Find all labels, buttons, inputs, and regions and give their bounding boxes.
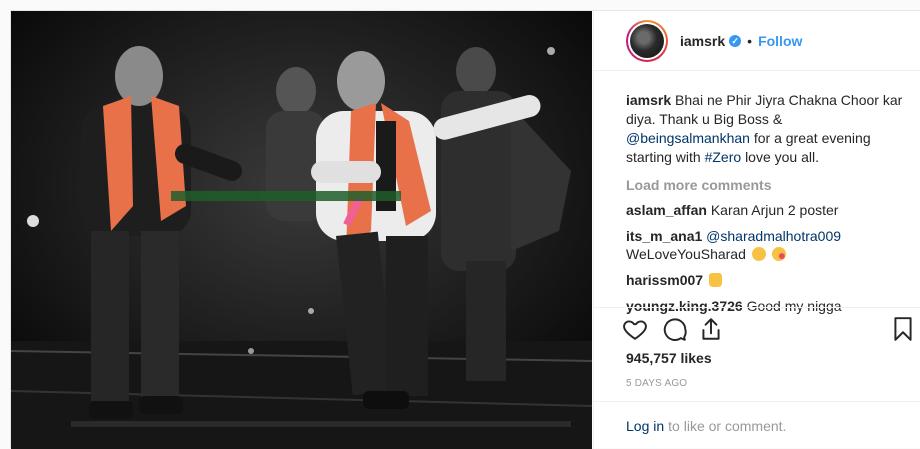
post-photo[interactable] xyxy=(11,11,592,449)
thumbs-up-emoji-icon xyxy=(708,273,722,287)
comment-text: Karan Arjun 2 poster xyxy=(710,202,839,218)
login-link[interactable]: Log in xyxy=(626,418,664,434)
caption-text-3: love you all. xyxy=(745,149,819,165)
stage-photo-illustration xyxy=(11,11,592,449)
comment-icon[interactable] xyxy=(662,316,688,342)
caption-hashtag-link[interactable]: #Zero xyxy=(705,149,742,165)
caption-author[interactable]: iamsrk xyxy=(626,92,671,108)
username-link[interactable]: iamsrk xyxy=(680,33,725,49)
caption-mention-link[interactable]: @beingsalmankhan xyxy=(626,130,750,146)
post-caption: iamsrk Bhai ne Phir Jiyra Chakna Choor k… xyxy=(626,91,906,167)
avatar-image xyxy=(630,23,664,58)
login-prompt-text: to like or comment. xyxy=(668,417,787,434)
kiss-emoji-icon xyxy=(771,247,786,261)
comment-user[interactable]: aslam_affan xyxy=(626,202,707,218)
comments-list: iamsrk Bhai ne Phir Jiyra Chakna Choor k… xyxy=(626,91,906,315)
comment-mention-link[interactable]: @sharadmalhotra009 xyxy=(706,228,841,244)
list-item: aslam_affan Karan Arjun 2 poster xyxy=(626,201,906,219)
action-bar xyxy=(594,307,920,347)
avatar-ring xyxy=(628,21,666,60)
list-item: its_m_ana1 @sharadmalhotra009 WeLoveYouS… xyxy=(626,227,906,263)
load-more-comments-button[interactable]: Load more comments xyxy=(626,177,906,193)
separator-dot: • xyxy=(747,32,753,49)
instagram-post: iamsrk ✓ • Follow iamsrk Bhai ne Phir Ji… xyxy=(10,10,920,449)
list-item: harissm007 xyxy=(626,271,906,289)
heart-icon[interactable] xyxy=(622,316,648,342)
comment-user[interactable]: its_m_ana1 xyxy=(626,228,702,244)
post-timestamp[interactable]: 5 DAYS AGO xyxy=(626,378,687,389)
post-header: iamsrk ✓ • Follow xyxy=(594,11,920,71)
follow-button[interactable]: Follow xyxy=(758,33,802,49)
verified-badge-icon: ✓ xyxy=(729,34,742,47)
likes-count[interactable]: 945,757 likes xyxy=(626,350,712,366)
bookmark-icon[interactable] xyxy=(890,316,916,342)
avatar[interactable] xyxy=(626,19,668,62)
share-icon[interactable] xyxy=(698,316,724,342)
login-prompt: Log in to like or comment. xyxy=(594,401,920,449)
comment-text: WeLoveYouSharad xyxy=(626,246,746,262)
post-sidebar: iamsrk ✓ • Follow iamsrk Bhai ne Phir Ji… xyxy=(593,11,920,449)
grinning-emoji-icon xyxy=(751,247,766,261)
comment-user[interactable]: harissm007 xyxy=(626,272,703,288)
